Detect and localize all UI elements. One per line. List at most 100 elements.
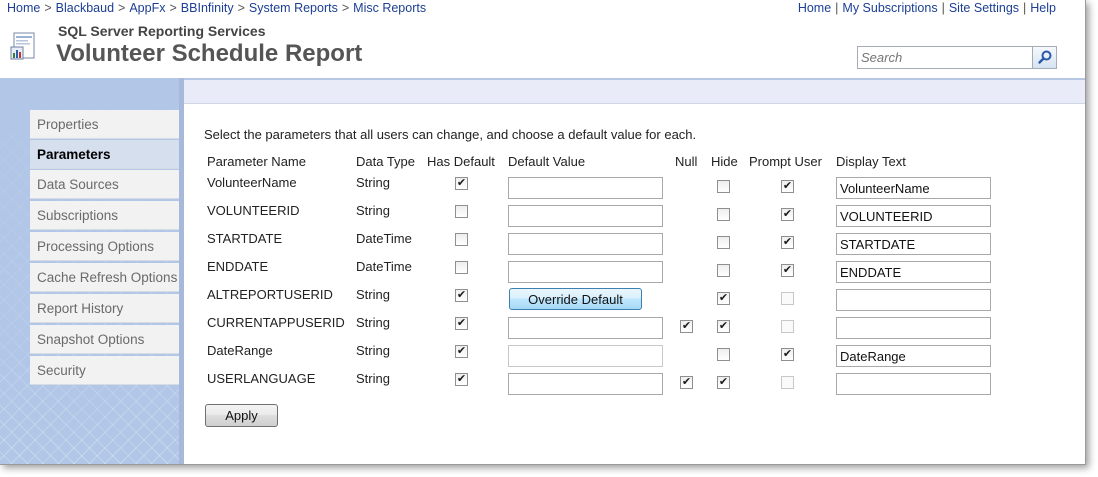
has-default-checkbox[interactable]: ✔ [455, 289, 468, 302]
hide-checkbox[interactable] [717, 236, 730, 249]
prompt-user-checkbox[interactable]: ✔ [781, 180, 794, 193]
parameter-name: VolunteerName [207, 175, 297, 190]
nav-item-security[interactable]: Security [30, 356, 179, 385]
global-links: Home | My Subscriptions | Site Settings | Help [798, 1, 1056, 15]
display-text-input[interactable] [836, 289, 991, 311]
hide-checkbox[interactable] [717, 208, 730, 221]
breadcrumb-link-bbinfinity[interactable]: BBInfinity [181, 1, 234, 15]
hide-checkbox[interactable]: ✔ [717, 292, 730, 305]
has-default-checkbox[interactable]: ✔ [455, 317, 468, 330]
display-text-input[interactable] [836, 373, 991, 395]
check-icon: ✔ [456, 317, 467, 329]
search-input[interactable] [858, 47, 1032, 68]
has-default-checkbox[interactable]: ✔ [455, 373, 468, 386]
top-link-separator: | [835, 1, 839, 15]
has-default-checkbox[interactable] [455, 261, 468, 274]
display-text-input[interactable]: DateRange [836, 345, 991, 367]
prompt-user-checkbox[interactable]: ✔ [781, 264, 794, 277]
search-button[interactable] [1032, 47, 1056, 68]
check-icon: ✔ [456, 289, 467, 301]
null-checkbox[interactable]: ✔ [680, 376, 693, 389]
has-default-checkbox[interactable]: ✔ [455, 345, 468, 358]
hide-checkbox[interactable] [717, 264, 730, 277]
parameter-data-type: String [356, 203, 390, 218]
breadcrumb-link-system-reports[interactable]: System Reports [249, 1, 338, 15]
top-bar: Home > Blackbaud > AppFx > BBInfinity > System R… [0, 0, 1085, 18]
display-text-input[interactable]: VOLUNTEERID [836, 205, 991, 227]
prompt-user-checkbox[interactable]: ✔ [781, 236, 794, 249]
report-manager-window: Home > Blackbaud > AppFx > BBInfinity > System R… [0, 0, 1086, 465]
nav-item-cache-refresh-options[interactable]: Cache Refresh Options [30, 263, 179, 292]
display-text-input[interactable]: VolunteerName [836, 177, 991, 199]
nav-item-subscriptions[interactable]: Subscriptions [30, 201, 179, 230]
prompt-user-checkbox[interactable]: ✔ [781, 208, 794, 221]
override-default-button[interactable]: Override Default [509, 288, 642, 310]
top-link-home[interactable]: Home [798, 1, 831, 15]
column-header-default-value: Default Value [508, 154, 586, 169]
breadcrumb-link-home[interactable]: Home [7, 1, 40, 15]
check-icon: ✔ [718, 292, 729, 304]
top-link-my-subscriptions[interactable]: My Subscriptions [842, 1, 937, 15]
check-icon: ✔ [782, 208, 793, 220]
nav-item-parameters[interactable]: Parameters [30, 140, 179, 169]
default-value-input[interactable] [508, 317, 663, 339]
hide-checkbox[interactable] [717, 348, 730, 361]
default-value-input[interactable] [508, 373, 663, 395]
breadcrumb: Home > Blackbaud > AppFx > BBInfinity > System R… [7, 1, 426, 15]
hide-checkbox[interactable] [717, 180, 730, 193]
breadcrumb-link-misc-reports[interactable]: Misc Reports [353, 1, 426, 15]
parameter-name: ALTREPORTUSERID [207, 287, 333, 302]
default-value-input[interactable] [508, 233, 663, 255]
hide-checkbox[interactable]: ✔ [717, 320, 730, 333]
search-box [857, 46, 1057, 69]
nav-item-properties[interactable]: Properties [30, 110, 179, 139]
top-link-separator: | [941, 1, 945, 15]
check-icon: ✔ [456, 373, 467, 385]
top-link-site-settings[interactable]: Site Settings [949, 1, 1019, 15]
report-icon [10, 32, 35, 60]
prompt-user-checkbox [781, 320, 794, 333]
prompt-user-checkbox[interactable]: ✔ [781, 348, 794, 361]
nav-item-report-history[interactable]: Report History [30, 294, 179, 323]
column-header-display-text: Display Text [836, 154, 906, 169]
null-checkbox[interactable]: ✔ [680, 320, 693, 333]
has-default-checkbox[interactable]: ✔ [455, 177, 468, 190]
column-header-null: Null [675, 154, 698, 169]
display-text-input[interactable]: STARTDATE [836, 233, 991, 255]
display-text-input[interactable]: ENDDATE [836, 261, 991, 283]
column-header-data-type: Data Type [356, 154, 416, 169]
breadcrumb-link-appfx[interactable]: AppFx [129, 1, 165, 15]
nav-item-processing-options[interactable]: Processing Options [30, 232, 179, 261]
parameter-data-type: DateTime [356, 231, 412, 246]
has-default-checkbox[interactable] [455, 205, 468, 218]
default-value-input[interactable] [508, 261, 663, 283]
check-icon: ✔ [681, 320, 692, 332]
default-value-input [508, 345, 663, 367]
parameter-data-type: String [356, 343, 390, 358]
breadcrumb-separator: > [44, 1, 52, 15]
breadcrumb-link-blackbaud[interactable]: Blackbaud [56, 1, 114, 15]
parameter-data-type: String [356, 315, 390, 330]
column-header-parameter-name: Parameter Name [207, 154, 306, 169]
top-link-help[interactable]: Help [1030, 1, 1056, 15]
instructions-text: Select the parameters that all users can… [204, 127, 697, 142]
parameter-name: STARTDATE [207, 231, 283, 246]
column-header-prompt-user: Prompt User [749, 154, 822, 169]
prompt-user-checkbox [781, 376, 794, 389]
hide-checkbox[interactable]: ✔ [717, 376, 730, 389]
default-value-input[interactable] [508, 177, 663, 199]
parameter-data-type: String [356, 175, 390, 190]
check-icon: ✔ [782, 180, 793, 192]
nav-item-data-sources[interactable]: Data Sources [30, 170, 179, 199]
check-icon: ✔ [782, 348, 793, 360]
suite-title: SQL Server Reporting Services [58, 23, 266, 39]
has-default-checkbox[interactable] [455, 233, 468, 246]
parameter-name: DateRange [207, 343, 273, 358]
check-icon: ✔ [718, 320, 729, 332]
apply-button[interactable]: Apply [205, 404, 278, 427]
display-text-input[interactable] [836, 317, 991, 339]
nav-item-snapshot-options[interactable]: Snapshot Options [30, 325, 179, 354]
default-value-input[interactable] [508, 205, 663, 227]
check-icon: ✔ [681, 376, 692, 388]
parameter-name: USERLANGUAGE [207, 371, 316, 386]
